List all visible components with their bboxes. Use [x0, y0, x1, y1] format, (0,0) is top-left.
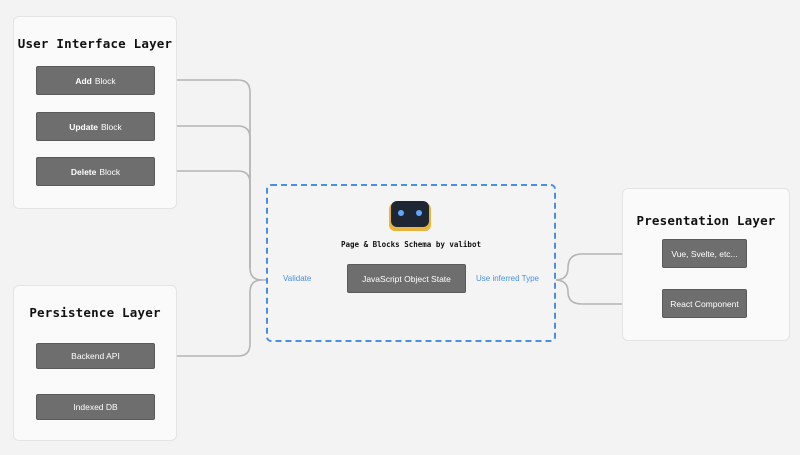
delete-block-suffix: Block: [99, 166, 121, 177]
add-block-action: Add: [75, 75, 92, 86]
javascript-object-state-node[interactable]: JavaScript Object State: [347, 264, 466, 293]
add-block-suffix: Block: [94, 75, 116, 86]
delete-block-node[interactable]: Delete Block: [36, 157, 155, 186]
react-component-node[interactable]: React Component: [662, 289, 747, 318]
delete-block-action: Delete: [70, 166, 97, 177]
backend-api-node[interactable]: Backend API: [36, 343, 155, 369]
update-block-suffix: Block: [101, 121, 122, 132]
schema-title: Page & Blocks Schema by valibot: [341, 240, 481, 249]
vue-svelte-node[interactable]: Vue, Svelte, etc...: [662, 239, 747, 268]
add-block-node[interactable]: Add Block: [36, 66, 155, 95]
persistence-layer-title: Persistence Layer: [29, 305, 161, 320]
ui-layer-title: User Interface Layer: [17, 36, 173, 51]
use-inferred-type-label: Use inferred Type: [474, 274, 541, 283]
diagram-canvas: User Interface Layer Add Block Update Bloc…: [0, 0, 800, 455]
robot-icon: [389, 201, 431, 231]
validate-label: Validate: [281, 274, 314, 283]
presentation-layer-title: Presentation Layer: [636, 213, 776, 228]
update-block-action: Update: [69, 121, 98, 132]
update-block-node[interactable]: Update Block: [36, 112, 155, 141]
indexed-db-node[interactable]: Indexed DB: [36, 394, 155, 420]
